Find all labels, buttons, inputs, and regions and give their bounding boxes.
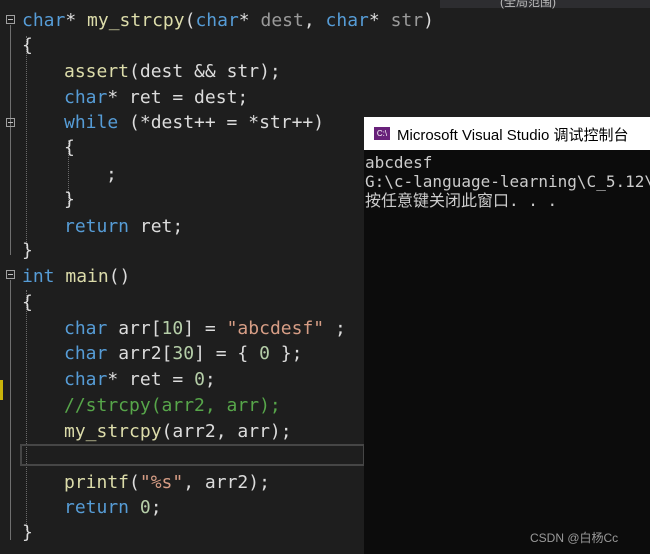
console-output-line: abcdesf [365,153,433,172]
code-line-1[interactable]: char* my_strcpy(char* dest, char* str) [22,10,434,32]
collapse-icon[interactable] [6,118,15,127]
code-line-3[interactable]: assert(dest && str); [64,61,281,83]
code-line-19[interactable]: return 0; [64,497,162,519]
watermark: CSDN @白杨Cc [530,531,619,545]
code-line-2[interactable]: { [22,35,33,57]
code-line-17[interactable]: my_strcpy(arr2, arr); [64,421,292,443]
indent-guide [26,290,27,530]
console-title: Microsoft Visual Studio 调试控制台 [397,127,629,144]
collapse-icon[interactable] [6,270,15,279]
code-line-7[interactable]: ; [106,164,117,186]
code-line-16[interactable]: //strcpy(arr2, arr); [64,395,281,417]
console-titlebar[interactable]: C:\ Microsoft Visual Studio 调试控制台 [364,117,650,150]
visual-studio-icon: C:\ [374,127,390,140]
debug-console-window[interactable]: C:\ Microsoft Visual Studio 调试控制台 abcdes… [364,117,650,554]
code-line-12[interactable]: { [22,292,33,314]
code-line-13[interactable]: char arr[10] = "abcdesf" ; [64,318,346,340]
code-line-15[interactable]: char* ret = 0; [64,369,216,391]
code-line-10[interactable]: } [22,240,33,262]
code-line-6[interactable]: { [64,137,75,159]
code-line-20[interactable]: } [22,522,33,544]
outline-line [10,280,11,540]
scope-dropdown[interactable]: (全局范围) [440,0,650,9]
outline-line [10,25,11,255]
code-line-11[interactable]: int main() [22,266,130,288]
code-line-9[interactable]: return ret; [64,216,183,238]
code-line-14[interactable]: char arr2[30] = { 0 }; [64,343,302,365]
console-output-line: G:\c-language-learning\C_5.12\ [365,172,650,191]
scope-label: (全局范围) [500,0,556,9]
collapse-icon[interactable] [6,15,15,24]
code-line-4[interactable]: char* ret = dest; [64,87,248,109]
code-line-8[interactable]: } [64,189,75,211]
change-indicator [0,380,3,400]
code-line-18[interactable]: printf("%s", arr2); [64,472,270,494]
indent-guide [26,36,27,248]
code-line-5[interactable]: while (*dest++ = *str++) [64,112,324,134]
current-line-highlight [20,444,365,466]
console-output-line: 按任意键关闭此窗口. . . [365,191,558,210]
